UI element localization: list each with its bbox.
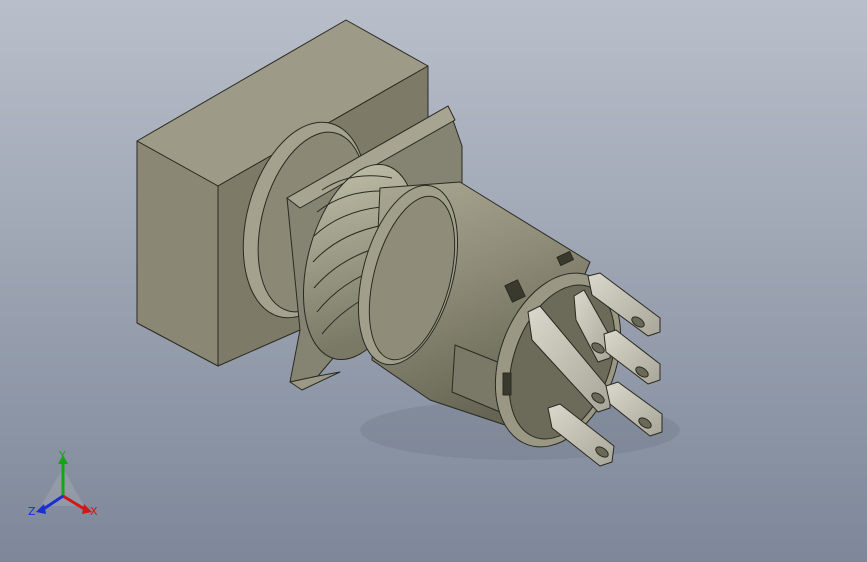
- z-axis-label: Z: [28, 505, 36, 518]
- viewport-canvas[interactable]: Y X Z: [0, 0, 867, 562]
- cad-viewport[interactable]: Y X Z: [0, 0, 867, 562]
- y-axis-label: Y: [58, 449, 66, 462]
- x-axis-label: X: [90, 505, 98, 518]
